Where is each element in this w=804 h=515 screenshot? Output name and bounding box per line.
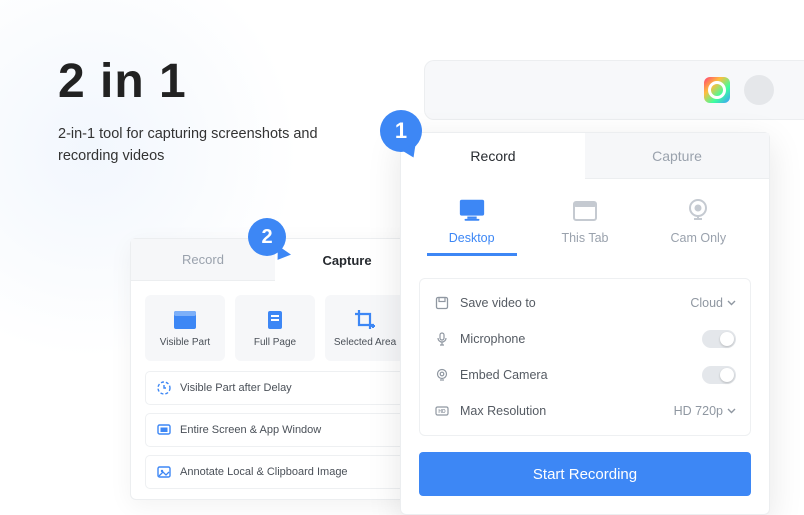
start-recording-button[interactable]: Start Recording [419,452,751,496]
browser-toolbar [424,60,804,120]
screen-icon [156,422,172,438]
setting-label: Microphone [460,332,525,346]
microphone-icon [434,331,450,347]
extension-icon[interactable] [704,77,730,103]
clock-icon [156,380,172,396]
setting-label: Save video to [460,296,536,310]
tab-record[interactable]: Record [401,133,585,179]
record-panel: Record Capture Desktop This Tab Cam Only [400,132,770,515]
webcam-icon [684,197,712,223]
capture-option-label: Visible Part after Delay [180,382,292,394]
mode-label: This Tab [561,231,608,245]
setting-value[interactable]: HD 720p [674,404,736,418]
capture-option-label: Entire Screen & App Window [180,424,321,436]
tab-capture[interactable]: Capture [275,239,419,281]
record-settings: Save video to Cloud Microphone Embed Cam… [419,278,751,436]
capture-options-list: Visible Part after Delay Entire Screen &… [131,371,419,489]
capture-card-row: Visible Part Full Page Selected Area [131,281,419,371]
numbered-badge-1: 1 [380,110,422,152]
capture-selected-area-button[interactable]: Selected Area [325,295,405,361]
svg-text:HD: HD [438,409,446,415]
capture-panel: Record Capture Visible Part Full Page [130,238,420,500]
mode-cam-only[interactable]: Cam Only [653,197,743,256]
record-modes: Desktop This Tab Cam Only [401,179,769,264]
setting-microphone: Microphone [434,321,736,357]
mode-desktop[interactable]: Desktop [427,197,517,256]
chevron-down-icon [727,408,736,414]
capture-option-label: Annotate Local & Clipboard Image [180,466,348,478]
record-tabs: Record Capture [401,133,769,179]
numbered-badge-2: 2 [248,218,286,256]
setting-embed-camera: Embed Camera [434,357,736,393]
tab-capture[interactable]: Capture [585,133,769,179]
capture-annotate-option[interactable]: Annotate Local & Clipboard Image [145,455,405,489]
setting-resolution[interactable]: HD Max Resolution HD 720p [434,393,736,429]
hero-subtitle: 2-in-1 tool for capturing screenshots an… [58,123,358,168]
hd-icon: HD [434,403,450,419]
chevron-down-icon [727,300,736,306]
capture-card-label: Full Page [254,337,296,348]
capture-delay-option[interactable]: Visible Part after Delay [145,371,405,405]
setting-label: Embed Camera [460,368,548,382]
camera-icon [434,367,450,383]
camera-toggle[interactable] [702,366,736,384]
capture-screen-option[interactable]: Entire Screen & App Window [145,413,405,447]
mode-this-tab[interactable]: This Tab [540,197,630,256]
capture-visible-part-button[interactable]: Visible Part [145,295,225,361]
setting-label: Max Resolution [460,404,546,418]
page-icon [264,309,286,331]
capture-card-label: Selected Area [334,337,396,348]
capture-card-label: Visible Part [160,337,210,348]
profile-avatar[interactable] [744,75,774,105]
hero-title: 2 in 1 [58,54,358,109]
capture-full-page-button[interactable]: Full Page [235,295,315,361]
monitor-icon [458,197,486,223]
microphone-toggle[interactable] [702,330,736,348]
crop-icon [354,309,376,331]
setting-save-to[interactable]: Save video to Cloud [434,285,736,321]
image-icon [156,464,172,480]
window-icon [174,309,196,331]
save-icon [434,295,450,311]
mode-label: Cam Only [671,231,727,245]
mode-label: Desktop [449,231,495,245]
setting-value[interactable]: Cloud [690,296,736,310]
tab-icon [571,197,599,223]
hero-section: 2 in 1 2-in-1 tool for capturing screens… [58,54,358,168]
